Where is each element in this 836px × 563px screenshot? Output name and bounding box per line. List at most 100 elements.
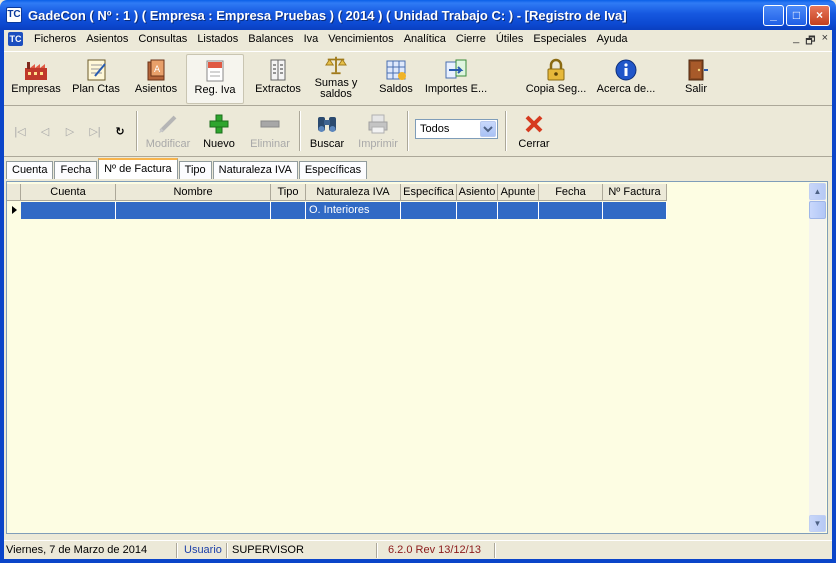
status-bar: Viernes, 7 de Marzo de 2014 Usuario SUPE…: [4, 540, 832, 559]
filter-select[interactable]: Todos: [415, 119, 498, 139]
menu-ficheros[interactable]: Ficheros: [29, 33, 81, 45]
menu-ayuda[interactable]: Ayuda: [592, 33, 633, 45]
reg-iva-button[interactable]: Reg. Iva: [186, 54, 244, 104]
cell-numero-factura[interactable]: [603, 202, 667, 219]
acerca-de-label: Acerca de...: [596, 83, 656, 95]
importes-button[interactable]: Importes E...: [424, 54, 488, 104]
close-window-button[interactable]: ×: [809, 5, 830, 26]
cell-cuenta[interactable]: [21, 202, 116, 219]
buscar-button[interactable]: Buscar: [306, 111, 348, 155]
cerrar-button[interactable]: Cerrar: [513, 111, 555, 155]
toolbar-separator: [505, 111, 507, 151]
header-indicator: [7, 184, 21, 201]
filter-select-value: Todos: [420, 123, 450, 135]
saldos-button[interactable]: Saldos: [372, 54, 420, 104]
asientos-button[interactable]: A Asientos: [130, 54, 182, 104]
sumas-saldos-label: Sumas y saldos: [314, 77, 358, 100]
mdi-minimize-button[interactable]: _: [793, 32, 799, 51]
menu-analitica[interactable]: Analítica: [399, 33, 451, 45]
cell-naturaleza-iva[interactable]: O. Interiores: [306, 202, 401, 219]
mdi-restore-button[interactable]: 🗗: [805, 32, 815, 51]
svg-text:A: A: [154, 65, 161, 75]
mdi-close-button[interactable]: ×: [822, 32, 828, 51]
copia-seguridad-label: Copia Seg...: [525, 83, 587, 95]
imprimir-button[interactable]: Imprimir: [356, 111, 400, 155]
eliminar-button[interactable]: Eliminar: [248, 111, 292, 155]
minus-icon: [260, 120, 280, 128]
toolbar-separator: [299, 111, 301, 151]
menu-especiales[interactable]: Especiales: [528, 33, 591, 45]
column-header-tipo[interactable]: Tipo: [271, 184, 306, 201]
importes-label: Importes E...: [424, 83, 488, 95]
vertical-scrollbar[interactable]: ▲ ▼: [809, 183, 826, 532]
cell-fecha[interactable]: [539, 202, 603, 219]
last-record-icon[interactable]: ▷|: [88, 125, 102, 139]
first-record-icon[interactable]: |◁: [13, 125, 27, 139]
status-date: Viernes, 7 de Marzo de 2014: [6, 544, 148, 556]
chevron-down-icon[interactable]: [480, 121, 496, 137]
nuevo-button[interactable]: Nuevo: [198, 111, 240, 155]
extractos-button[interactable]: Extractos: [252, 54, 304, 104]
menu-listados[interactable]: Listados: [192, 33, 243, 45]
modificar-label: Modificar: [145, 138, 191, 150]
import-icon: [445, 59, 467, 79]
column-header-fecha[interactable]: Fecha: [539, 184, 603, 201]
column-header-nombre[interactable]: Nombre: [116, 184, 271, 201]
cell-apunte[interactable]: [498, 202, 539, 219]
menu-consultas[interactable]: Consultas: [133, 33, 192, 45]
tab-tipo[interactable]: Tipo: [178, 161, 212, 179]
column-header-numero-factura[interactable]: Nº Factura: [603, 184, 667, 201]
sumas-saldos-button[interactable]: Sumas y saldos: [310, 54, 362, 104]
title-bar[interactable]: TC GadeCon ( Nº : 1 ) ( Empresa : Empres…: [0, 0, 836, 30]
menu-cierre[interactable]: Cierre: [451, 33, 491, 45]
column-header-asiento[interactable]: Asiento: [457, 184, 498, 201]
status-divider: [376, 543, 378, 558]
cell-tipo[interactable]: [271, 202, 306, 219]
tab-especificas[interactable]: Específicas: [298, 161, 368, 179]
tab-numero-factura[interactable]: Nº de Factura: [98, 158, 178, 179]
menu-balances[interactable]: Balances: [243, 33, 298, 45]
ledger-icon: [270, 59, 286, 81]
minimize-button[interactable]: _: [763, 5, 784, 26]
salir-button[interactable]: Salir: [670, 54, 722, 104]
modificar-button[interactable]: Modificar: [144, 111, 192, 155]
refresh-icon[interactable]: ↻: [113, 125, 127, 139]
exit-door-icon: [688, 59, 708, 81]
scroll-down-icon[interactable]: ▼: [809, 515, 826, 532]
column-header-naturaleza-iva[interactable]: Naturaleza IVA: [306, 184, 401, 201]
tab-naturaleza-iva[interactable]: Naturaleza IVA: [212, 161, 298, 179]
cell-nombre[interactable]: [116, 202, 271, 219]
menu-vencimientos[interactable]: Vencimientos: [323, 33, 398, 45]
next-record-icon[interactable]: ▷: [63, 125, 77, 139]
document-icon[interactable]: TC: [8, 32, 23, 46]
status-version: 6.2.0 Rev 13/12/13: [388, 544, 481, 556]
tab-fecha[interactable]: Fecha: [54, 161, 98, 179]
maximize-button[interactable]: □: [786, 5, 807, 26]
sort-tabs: Cuenta Fecha Nº de Factura Tipo Naturale…: [6, 158, 368, 179]
toolbar-separator: [407, 111, 409, 151]
cell-asiento[interactable]: [457, 202, 498, 219]
column-header-apunte[interactable]: Apunte: [498, 184, 539, 201]
eliminar-label: Eliminar: [250, 138, 290, 150]
notebook-icon: [87, 59, 106, 81]
empresas-button[interactable]: Empresas: [10, 54, 62, 104]
plus-icon: [209, 114, 229, 134]
copia-seguridad-button[interactable]: Copia Seg...: [524, 54, 588, 104]
scroll-up-icon[interactable]: ▲: [809, 183, 826, 200]
menu-iva[interactable]: Iva: [299, 33, 324, 45]
table-row[interactable]: O. Interiores: [7, 202, 667, 219]
previous-record-icon[interactable]: ◁: [38, 125, 52, 139]
column-header-especifica[interactable]: Específica: [401, 184, 457, 201]
toolbar-separator: [136, 111, 138, 151]
menu-utiles[interactable]: Útiles: [491, 33, 529, 45]
scales-icon: [325, 56, 347, 75]
menu-asientos[interactable]: Asientos: [81, 33, 133, 45]
acerca-de-button[interactable]: Acerca de...: [594, 54, 658, 104]
action-toolbar: |◁ ◁ ▷ ▷| ↻ Modificar Nuevo Eliminar Bus…: [4, 107, 832, 157]
column-header-cuenta[interactable]: Cuenta: [21, 184, 116, 201]
scroll-thumb[interactable]: [809, 201, 826, 219]
buscar-label: Buscar: [309, 138, 345, 150]
cell-especifica[interactable]: [401, 202, 457, 219]
tab-cuenta[interactable]: Cuenta: [6, 161, 54, 179]
plan-ctas-button[interactable]: Plan Ctas: [70, 54, 122, 104]
